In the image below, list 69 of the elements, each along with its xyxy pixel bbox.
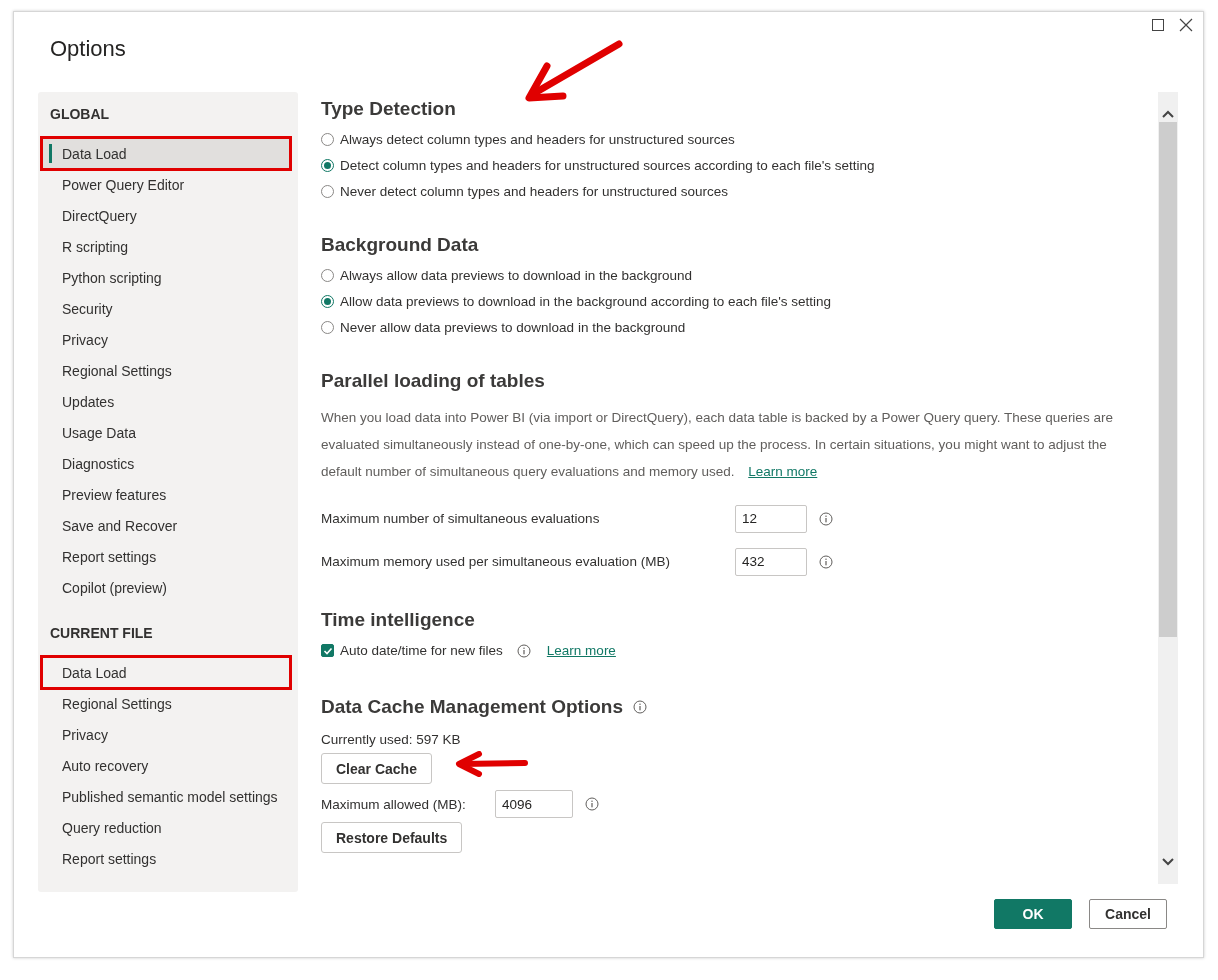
checkbox[interactable] bbox=[321, 644, 334, 657]
close-icon[interactable] bbox=[1179, 18, 1193, 32]
sidebar-item[interactable]: Published semantic model settings bbox=[42, 781, 294, 812]
sidebar-item[interactable]: Data Load bbox=[42, 657, 290, 688]
info-icon[interactable] bbox=[585, 797, 599, 811]
sidebar-item[interactable]: Copilot (preview) bbox=[42, 572, 294, 603]
checkbox-label: Auto date/time for new files bbox=[340, 643, 503, 658]
sidebar-item[interactable]: Updates bbox=[42, 386, 294, 417]
section-heading: Time intelligence bbox=[321, 608, 475, 632]
chevron-up-icon[interactable] bbox=[1162, 110, 1174, 118]
sidebar-item[interactable]: Query reduction bbox=[42, 812, 294, 843]
learn-more-link[interactable]: Learn more bbox=[748, 464, 818, 479]
section-heading: Parallel loading of tables bbox=[321, 369, 545, 393]
radio-button[interactable] bbox=[321, 320, 334, 334]
info-icon[interactable] bbox=[632, 700, 647, 714]
clear-cache-button[interactable]: Clear Cache bbox=[321, 753, 432, 784]
sidebar-item[interactable]: Save and Recover bbox=[42, 510, 294, 541]
sidebar-item[interactable]: Python scripting bbox=[42, 262, 294, 293]
info-icon[interactable] bbox=[516, 643, 531, 658]
sidebar-item[interactable]: Usage Data bbox=[42, 417, 294, 448]
radio-label: Always detect column types and headers for unstructured sources bbox=[340, 131, 735, 147]
number-input[interactable]: 12 bbox=[735, 504, 807, 533]
field-label: Maximum memory used per simultaneous evaluation (MB) bbox=[321, 554, 671, 569]
learn-more-link[interactable]: Learn more bbox=[546, 643, 616, 658]
sidebar-item[interactable]: Auto recovery bbox=[42, 750, 294, 781]
cancel-button[interactable]: Cancel bbox=[1089, 899, 1167, 929]
sidebar-item[interactable]: Power Query Editor bbox=[42, 169, 294, 200]
section-heading: Background Data bbox=[321, 233, 479, 257]
info-icon[interactable] bbox=[819, 554, 833, 569]
radio-label: Detect column types and headers for unstructured sources according to each file's setting bbox=[340, 157, 875, 173]
restore-defaults-button[interactable]: Restore Defaults bbox=[321, 822, 463, 853]
sidebar-item[interactable]: DirectQuery bbox=[42, 200, 294, 231]
maximize-icon[interactable] bbox=[1151, 18, 1165, 32]
number-input[interactable]: 4096 bbox=[495, 790, 573, 818]
sidebar-item[interactable]: Regional Settings bbox=[42, 688, 294, 719]
sidebar-item[interactable]: Report settings bbox=[42, 843, 294, 874]
radio-button[interactable] bbox=[321, 184, 334, 198]
field-label: Maximum allowed (MB): bbox=[321, 796, 467, 812]
radio-button[interactable] bbox=[321, 294, 334, 308]
radio-button[interactable] bbox=[321, 268, 334, 282]
scrollbar-thumb[interactable] bbox=[1159, 122, 1177, 637]
sidebar-heading: GLOBAL bbox=[49, 106, 111, 124]
dialog-title: Options bbox=[50, 36, 126, 62]
number-input[interactable]: 432 bbox=[735, 547, 807, 576]
sidebar-item[interactable]: Diagnostics bbox=[42, 448, 294, 479]
sidebar-item[interactable]: Regional Settings bbox=[42, 355, 294, 386]
section-description: When you load data into Power BI (via import or DirectQuery), each data table is backed by a Power Query query. These queries are evaluated simultaneously instead of one-by-one, which can speed up the process. In certain situations, you might want to adjust the default number of simultaneous query evaluations and memory used. Learn more bbox=[321, 409, 1114, 481]
scrollbar[interactable] bbox=[1158, 92, 1178, 884]
sidebar-item[interactable]: Report settings bbox=[42, 541, 294, 572]
sidebar-item[interactable]: Data Load bbox=[42, 138, 290, 169]
info-icon[interactable] bbox=[819, 511, 833, 526]
radio-label: Never detect column types and headers for unstructured sources bbox=[340, 183, 728, 199]
ok-button[interactable]: OK bbox=[994, 899, 1072, 929]
radio-button[interactable] bbox=[321, 158, 334, 172]
sidebar-item[interactable]: Privacy bbox=[42, 324, 294, 355]
sidebar-item[interactable]: Security bbox=[42, 293, 294, 324]
radio-label: Allow data previews to download in the background according to each file's setting bbox=[340, 293, 832, 309]
chevron-down-icon[interactable] bbox=[1162, 858, 1174, 866]
section-heading: Data Cache Management Options bbox=[321, 695, 623, 719]
sidebar-item[interactable]: Privacy bbox=[42, 719, 294, 750]
radio-label: Never allow data previews to download in the background bbox=[340, 319, 686, 335]
sidebar-item[interactable]: Preview features bbox=[42, 479, 294, 510]
field-label: Maximum number of simultaneous evaluations bbox=[321, 511, 601, 526]
section-heading: Type Detection bbox=[321, 97, 456, 121]
sidebar-item[interactable]: R scripting bbox=[42, 231, 294, 262]
radio-button[interactable] bbox=[321, 132, 334, 146]
sidebar-heading: CURRENT FILE bbox=[49, 625, 154, 643]
cache-usage-text: Currently used: 597 KB bbox=[321, 732, 462, 747]
radio-label: Always allow data previews to download in the background bbox=[340, 267, 692, 283]
